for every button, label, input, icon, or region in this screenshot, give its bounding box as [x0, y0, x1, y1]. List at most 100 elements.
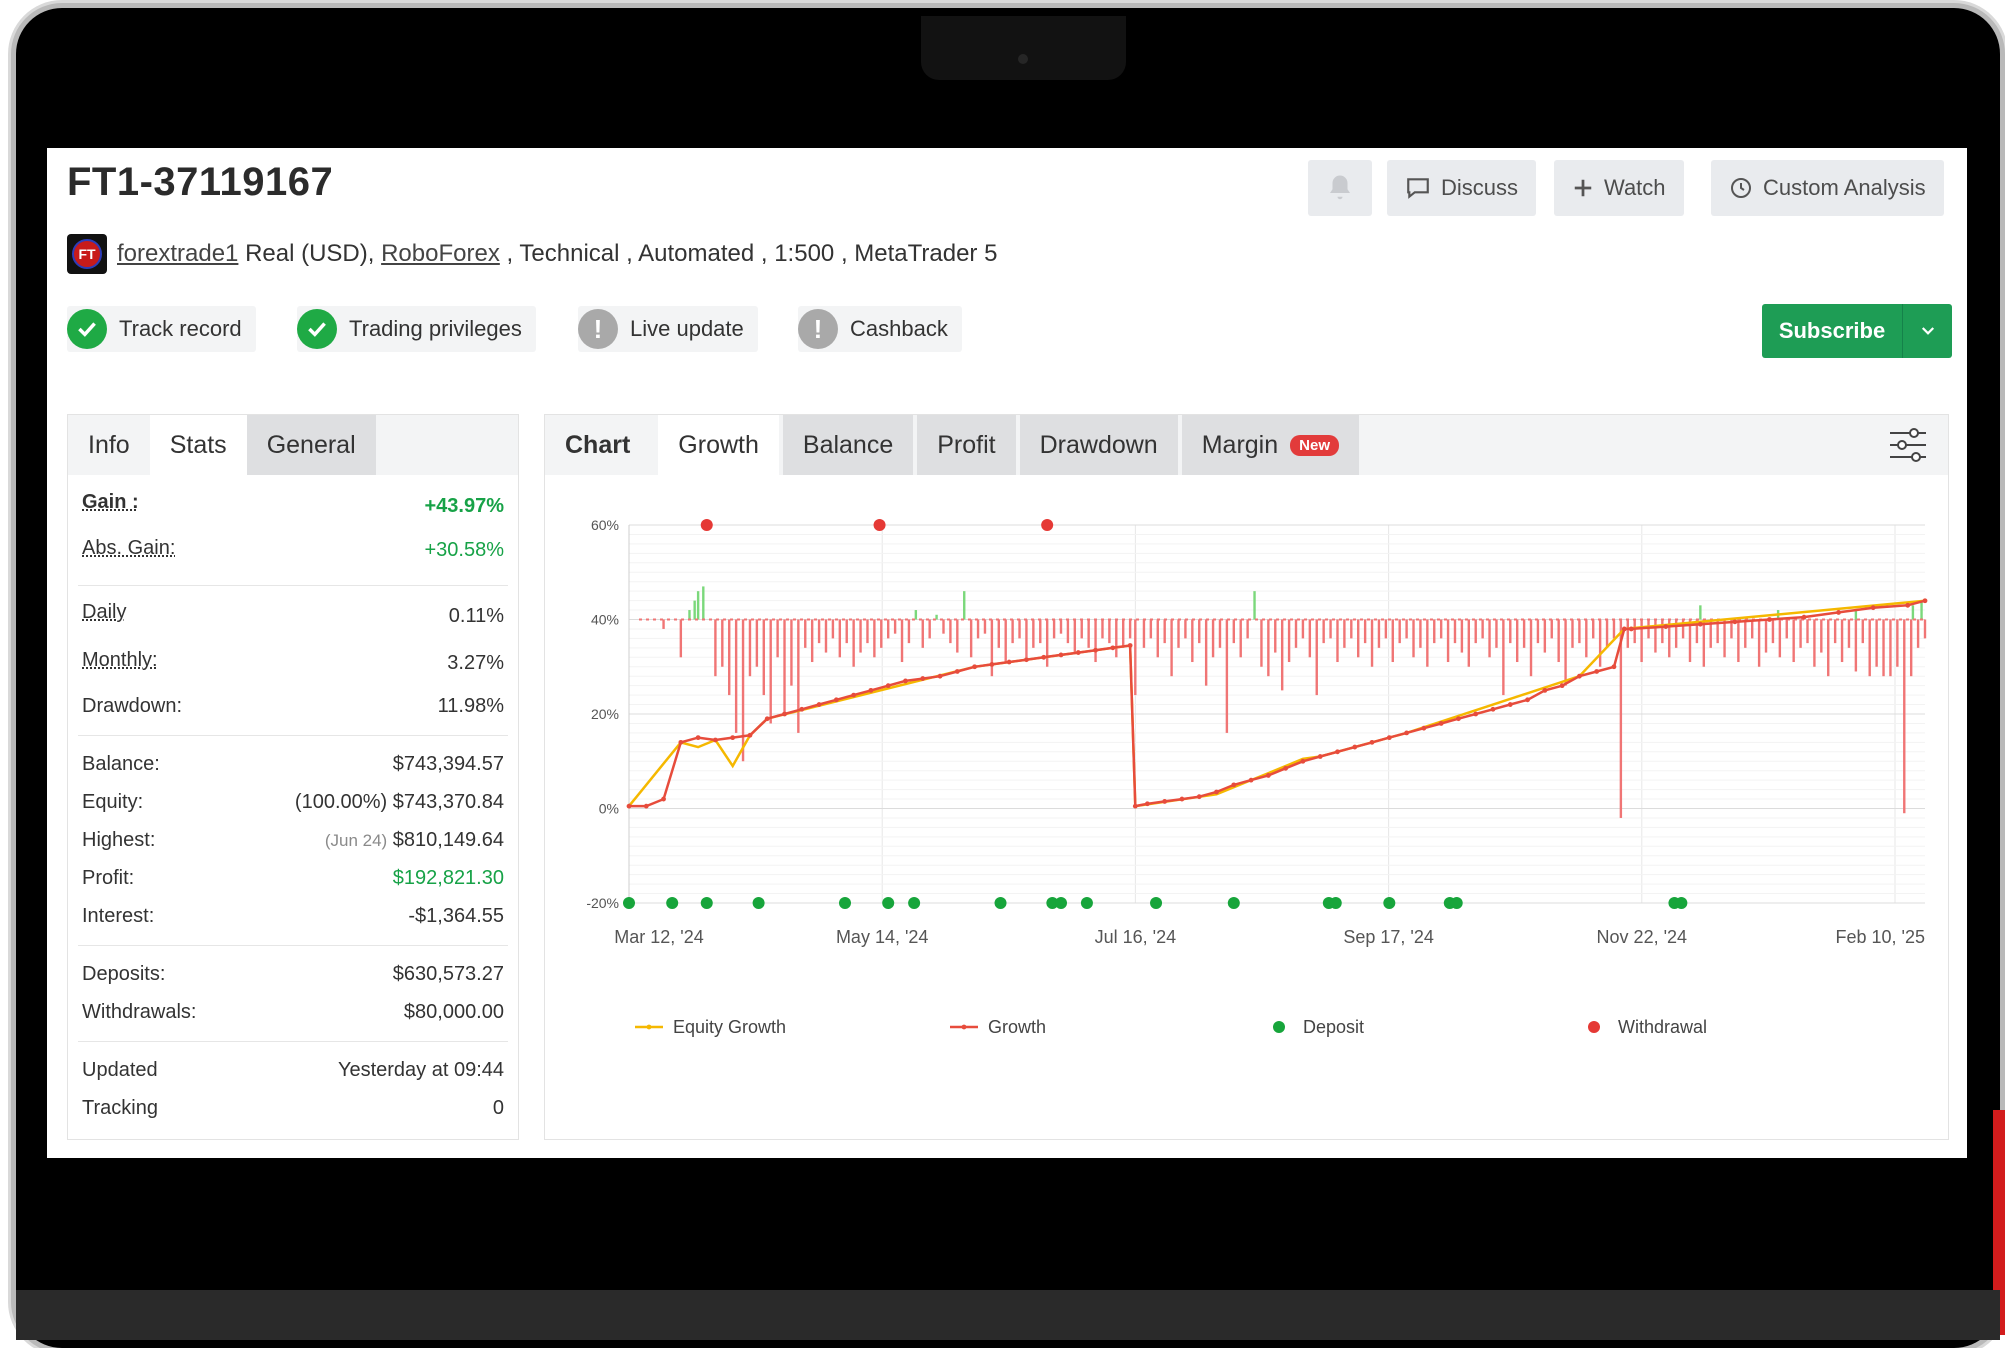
profit-bar	[1751, 619, 1754, 639]
series-point	[1075, 650, 1081, 655]
profit-bar	[1522, 619, 1526, 648]
profit-bar	[1032, 619, 1035, 648]
profit-bar	[1204, 619, 1208, 686]
profit-bar	[1578, 619, 1581, 644]
profit-bar	[1840, 619, 1844, 663]
profit-bar	[1923, 619, 1927, 639]
stat-label: Equity:	[82, 791, 144, 813]
series-point	[816, 702, 822, 707]
profit-bar	[1778, 619, 1782, 658]
profit-bar	[921, 619, 924, 648]
tab-margin[interactable]: Margin New	[1181, 415, 1359, 475]
profit-bar	[1170, 619, 1173, 677]
profit-bar	[741, 619, 745, 762]
series-point	[1421, 725, 1427, 731]
tab-info[interactable]: Info	[68, 415, 150, 475]
cashback-label: Cashback	[850, 316, 948, 341]
profit-bar	[783, 619, 786, 714]
profit-bar	[1357, 619, 1360, 658]
series-point	[1196, 794, 1202, 800]
profit-bar	[1439, 619, 1443, 639]
profit-bar	[1654, 619, 1657, 653]
profit-bar	[1605, 619, 1609, 648]
tab-margin-label: Margin	[1201, 430, 1279, 459]
series-point	[747, 732, 753, 738]
profit-bar	[1156, 619, 1159, 658]
profit-bar	[1274, 619, 1277, 653]
stat-label[interactable]: Daily	[82, 601, 126, 628]
legend-label: Equity Growth	[673, 1017, 786, 1037]
tab-profit[interactable]: Profit	[917, 415, 1016, 475]
series-point	[1041, 654, 1047, 660]
profit-bar	[804, 619, 807, 648]
tab-growth[interactable]: Growth	[658, 415, 779, 475]
profit-bar	[1882, 619, 1885, 677]
tab-drawdown[interactable]: Drawdown	[1019, 415, 1178, 475]
tab-balance[interactable]: Balance	[782, 415, 914, 475]
stat-balance: Balance: $743,394.57	[82, 753, 504, 776]
avatar[interactable]: FT	[67, 234, 107, 274]
subscribe-button[interactable]: Subscribe	[1762, 304, 1952, 358]
comment-icon	[1407, 178, 1429, 199]
stat-abs-gain: Abs. Gain: +30.58%	[82, 537, 504, 562]
chart-settings-icon[interactable]	[1888, 427, 1928, 468]
series-point	[713, 737, 718, 743]
discuss-button[interactable]: Discuss	[1387, 160, 1537, 216]
stat-label: Highest:	[82, 829, 156, 851]
profit-bar	[1384, 619, 1388, 639]
stat-value: +30.58%	[424, 539, 504, 561]
trading-privileges-badge[interactable]: Trading privileges	[297, 306, 536, 352]
profit-bar	[1827, 619, 1830, 677]
chart-tabs: Chart Growth Balance Profit Drawdown Mar…	[545, 415, 1948, 475]
stat-label[interactable]: Gain :	[82, 491, 139, 518]
live-update-badge[interactable]: ! Live update	[578, 306, 758, 352]
profit-bar	[1916, 619, 1920, 648]
stats-tabs: Info Stats General	[68, 415, 518, 475]
username-link[interactable]: forextrade1	[117, 240, 238, 268]
custom-analysis-button[interactable]: Custom Analysis	[1711, 160, 1944, 216]
broker-link[interactable]: RoboForex	[381, 240, 500, 268]
discuss-label: Discuss	[1441, 175, 1519, 200]
deposit-marker	[882, 897, 895, 909]
stat-drawdown: Drawdown: 11.98%	[82, 695, 504, 718]
profit-bar	[900, 619, 904, 663]
track-record-badge[interactable]: Track record	[67, 306, 256, 352]
watch-button[interactable]: Watch	[1554, 160, 1684, 216]
profit-bar	[728, 619, 731, 696]
stat-value: $743,394.57	[392, 753, 504, 775]
profit-bar	[1909, 619, 1913, 677]
profit-bar	[1633, 619, 1636, 644]
profit-bar	[1661, 619, 1664, 644]
x-tick-label: Nov 22, '24	[1597, 927, 1688, 947]
profit-bar	[1744, 619, 1747, 648]
deposit-marker	[1150, 897, 1163, 909]
profit-bar	[1280, 619, 1284, 691]
series-point	[1145, 801, 1150, 807]
profit-bar	[1108, 619, 1111, 644]
stat-label[interactable]: Monthly:	[82, 649, 158, 675]
profit-bar	[1903, 619, 1906, 814]
stats-panel: Info Stats General Gain : +43.97% Abs. G…	[67, 414, 519, 1140]
series-point	[1922, 598, 1928, 604]
cashback-badge[interactable]: ! Cashback	[798, 306, 962, 352]
series-point	[678, 739, 684, 745]
chevron-down-icon[interactable]	[1903, 322, 1952, 340]
stat-value: $743,370.84	[392, 791, 504, 813]
profit-bar	[1059, 619, 1063, 634]
stat-label[interactable]: Abs. Gain:	[82, 537, 175, 562]
series-point	[730, 735, 736, 741]
tab-general[interactable]: General	[246, 415, 376, 475]
stat-value: 11.98%	[437, 695, 504, 717]
legend-swatch	[1588, 1021, 1600, 1033]
notification-button[interactable]	[1308, 160, 1372, 216]
profit-bar	[1198, 619, 1201, 644]
series-point	[1663, 624, 1669, 629]
account-details: , Technical , Automated , 1:500 , MetaTr…	[499, 240, 998, 267]
stat-value: -$1,364.55	[408, 905, 504, 927]
profit-bar	[990, 619, 994, 677]
profit-bar	[1004, 619, 1007, 663]
tab-stats[interactable]: Stats	[149, 415, 247, 475]
stat-monthly: Monthly: 3.27%	[82, 649, 504, 675]
stat-updated: Updated Yesterday at 09:44	[82, 1059, 504, 1082]
profit-bar	[1419, 619, 1422, 648]
